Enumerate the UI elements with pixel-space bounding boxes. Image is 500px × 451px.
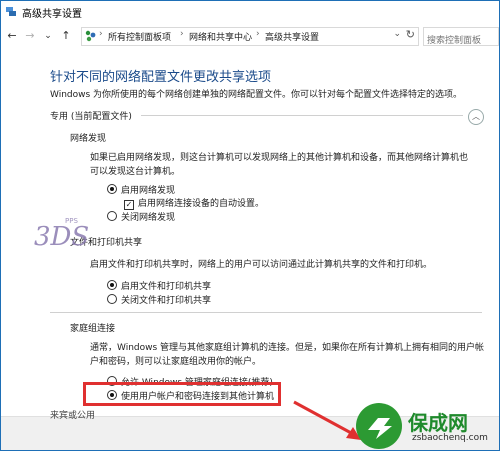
search-box[interactable]: [423, 27, 499, 49]
auto-setup-checkbox[interactable]: ✓ 启用网络连接设备的自动设置。: [124, 196, 264, 210]
breadcrumb-separator-icon: ›: [99, 29, 103, 39]
file-printer-sharing-description: 启用文件和打印机共享时，网络上的用户可以访问通过此计算机共享的文件和打印机。: [90, 260, 433, 270]
search-input[interactable]: [424, 33, 497, 49]
private-profile-header[interactable]: 专用 (当前配置文件): [50, 109, 132, 122]
title-bar: 高级共享设置: [1, 1, 499, 23]
network-sharing-icon: [6, 7, 16, 16]
watermark-logo: 3DS PPS: [34, 217, 89, 252]
brand-logo-icon: [356, 403, 402, 449]
control-panel-icon: [85, 30, 96, 42]
page-description: Windows 为你所使用的每个网络创建单独的网络配置文件。你可以针对每个配置文…: [50, 90, 463, 100]
radio-selected-icon[interactable]: [107, 184, 117, 194]
network-discovery-on-radio[interactable]: 启用网络发现: [107, 183, 175, 196]
back-button[interactable]: ←: [5, 29, 19, 43]
recent-locations-chevron-icon[interactable]: ⌄: [41, 29, 55, 43]
brand-name: 保成网: [408, 411, 468, 435]
homegroup-description-line1: 通常，Windows 管理与其他家庭组计算机的连接。但是，如果你在所有计算机上拥…: [90, 343, 485, 353]
highlight-annotation-box: [83, 382, 281, 406]
address-box[interactable]: › 所有控制面板项 › 网络和共享中心 › 高级共享设置 ⌄ ↻: [81, 27, 419, 46]
network-discovery-description-line2: 可以发现这台计算机。: [90, 167, 181, 177]
homegroup-description-line2: 户和密码，则可以让家庭组改用你的帐户。: [90, 357, 262, 367]
checkmark-icon[interactable]: ✓: [124, 200, 134, 210]
refresh-icon[interactable]: ↻: [406, 28, 415, 41]
address-bar-row: ← → ⌄ ↑ › 所有控制面板项 › 网络和共享中心 › 高级共享设置 ⌄ ↻: [1, 25, 499, 49]
collapse-chevron-icon[interactable]: ︿: [468, 109, 484, 125]
network-discovery-description-line1: 如果已启用网络发现，则这台计算机可以发现网络上的其他计算机和设备，而其他网络计算…: [90, 153, 469, 163]
breadcrumb-all-control-panel[interactable]: 所有控制面板项: [108, 30, 171, 43]
breadcrumb-separator-icon: ›: [256, 29, 260, 39]
radio-selected-icon[interactable]: [107, 280, 117, 290]
window-title: 高级共享设置: [22, 9, 82, 20]
network-discovery-off-radio[interactable]: 关闭网络发现: [107, 210, 175, 223]
advanced-sharing-window: 高级共享设置 ← → ⌄ ↑ › 所有控制面板项 › 网络和共享中心 › 高级共…: [0, 0, 500, 451]
up-button[interactable]: ↑: [59, 29, 73, 43]
file-sharing-on-radio[interactable]: 启用文件和打印机共享: [107, 279, 211, 292]
radio-unselected-icon[interactable]: [107, 294, 117, 304]
breadcrumb-advanced-sharing[interactable]: 高级共享设置: [265, 30, 319, 43]
brand-url: zsbaochenq.com: [412, 433, 488, 443]
brand-watermark: 保成网 zsbaochenq.com: [356, 403, 499, 450]
address-dropdown-icon[interactable]: ⌄: [393, 29, 401, 39]
guest-public-section-header[interactable]: 来宾或公用: [50, 408, 95, 421]
svg-text:3DS: 3DS: [34, 222, 89, 252]
section-divider: [50, 312, 482, 313]
page-title: 针对不同的网络配置文件更改共享选项: [50, 70, 272, 85]
section-divider: [141, 115, 463, 116]
svg-text:PPS: PPS: [65, 217, 78, 225]
forward-button[interactable]: →: [23, 29, 37, 43]
breadcrumb-network-sharing-center[interactable]: 网络和共享中心: [189, 30, 252, 43]
radio-unselected-icon[interactable]: [107, 211, 117, 221]
file-sharing-off-radio[interactable]: 关闭文件和打印机共享: [107, 293, 211, 306]
network-discovery-title: 网络发现: [70, 134, 107, 144]
homegroup-title: 家庭组连接: [70, 324, 116, 334]
breadcrumb-separator-icon: ›: [180, 29, 184, 39]
